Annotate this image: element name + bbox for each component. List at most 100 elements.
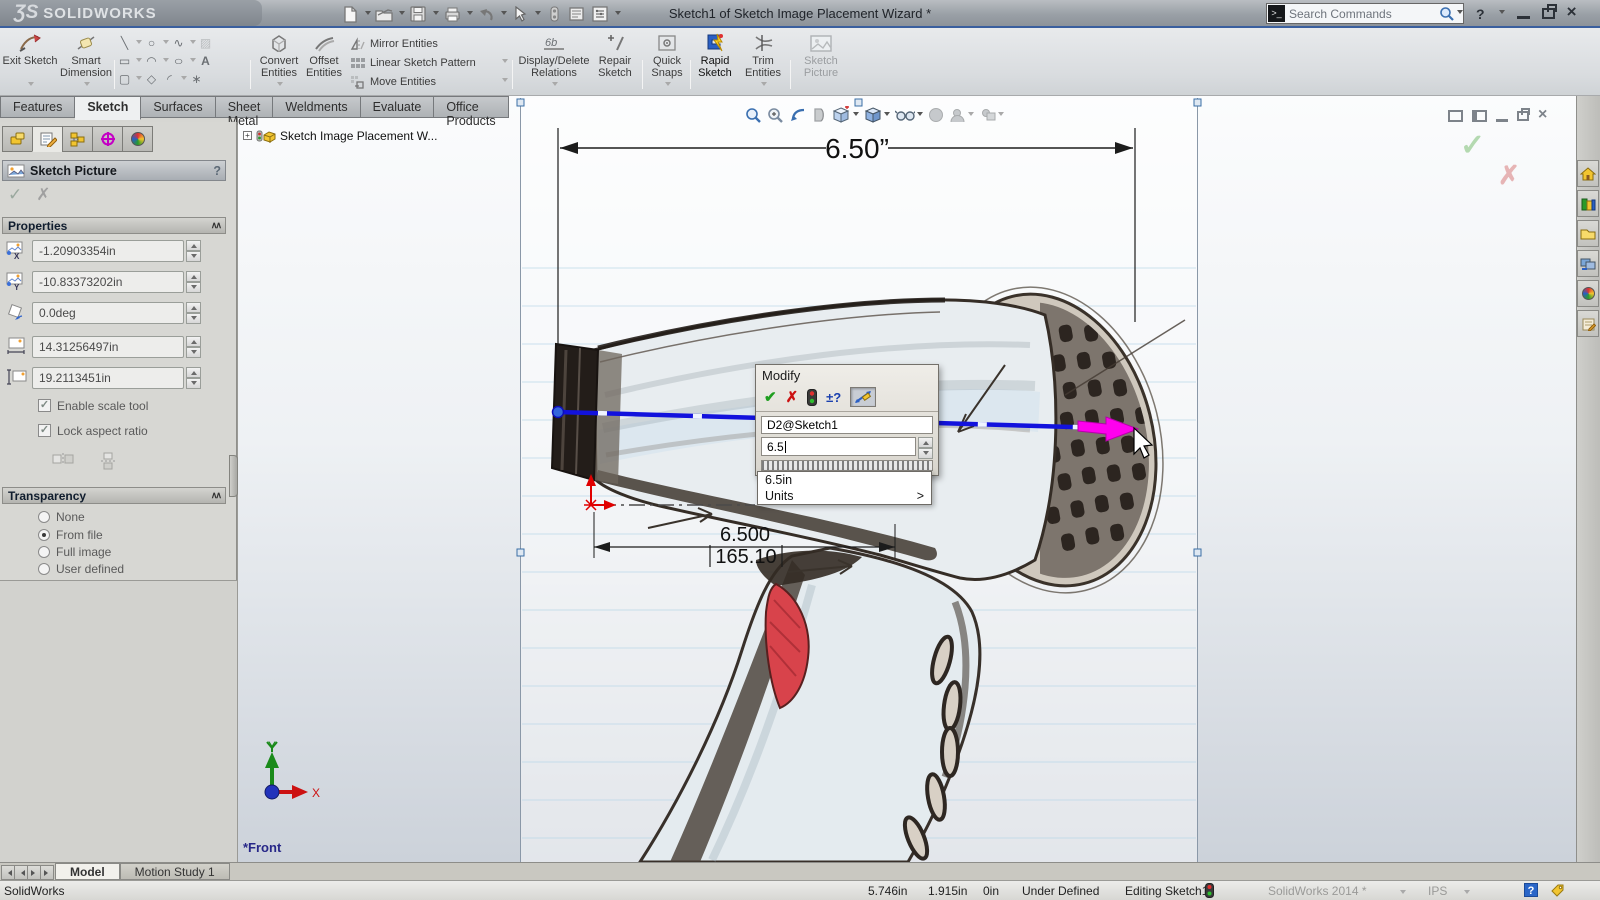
search-icon[interactable] (1439, 6, 1455, 22)
status-version[interactable]: SolidWorks 2014 * (1268, 884, 1367, 898)
tab-nav-next[interactable] (27, 865, 41, 880)
enable-scale-tool-checkbox[interactable]: ✓ (38, 399, 51, 412)
tree-expand-icon[interactable]: + (243, 131, 252, 140)
tab-office-products[interactable]: Office Products (434, 96, 508, 118)
quick-snaps-button[interactable]: Quick Snaps (646, 31, 688, 93)
move-entities-button[interactable]: Move Entities (350, 72, 508, 91)
design-library-icon[interactable] (1577, 220, 1599, 247)
status-help-icon[interactable]: ? (1524, 883, 1538, 897)
search-dropdown-caret[interactable] (1457, 10, 1463, 17)
flip-horizontal-icon[interactable] (52, 452, 74, 475)
scale-with-dimension-button[interactable] (850, 387, 876, 407)
rectangle-tool[interactable]: ▭ (116, 54, 133, 68)
modify-dialog[interactable]: Modify ✔ ✗ ±? D2@Sketch1 6.5 (755, 364, 939, 476)
convert-entities-button[interactable]: Convert Entities (254, 31, 304, 93)
height-input[interactable]: 19.2113451in (32, 367, 184, 389)
tab-surfaces[interactable]: Surfaces (141, 96, 215, 118)
viewport-single-icon[interactable] (1448, 110, 1463, 122)
zoom-fit-icon[interactable] (745, 107, 762, 124)
tree-root-label[interactable]: Sketch Image Placement W... (280, 129, 437, 143)
sketch-picture-button[interactable]: Sketch Picture (796, 31, 846, 93)
panel-splitter-handle[interactable] (229, 455, 238, 497)
search-commands-box[interactable]: >_ Search Commands (1266, 3, 1464, 24)
dimxpert-manager-tab[interactable] (92, 126, 123, 152)
dropdown-option-65in[interactable]: 6.5in (758, 472, 931, 488)
doc-close-icon[interactable]: × (1538, 106, 1547, 124)
tab-sheet-metal[interactable]: Sheet Metal (216, 96, 274, 118)
selection-tool[interactable]: ▨ (197, 36, 214, 50)
model-tab[interactable]: Model (55, 863, 120, 880)
exit-sketch-button[interactable]: Exit Sketch (2, 31, 58, 93)
section-view-icon[interactable] (812, 107, 827, 123)
doc-minimize-icon[interactable] (1496, 119, 1508, 122)
position-y-spinner[interactable] (186, 271, 201, 293)
dimension-name-field[interactable]: D2@Sketch1 (761, 416, 933, 434)
transparency-section-header[interactable]: Transparency∧∧ (2, 487, 226, 504)
configuration-manager-tab[interactable] (62, 126, 93, 152)
display-delete-relations-button[interactable]: 6b Display/Delete Relations (518, 31, 590, 93)
position-y-input[interactable]: -10.83373202in (32, 271, 184, 293)
height-spinner[interactable] (186, 367, 201, 389)
mirror-entities-button[interactable]: Mirror Entities (350, 34, 508, 53)
panel-ok-button[interactable]: ✓ (8, 185, 36, 204)
tab-evaluate[interactable]: Evaluate (361, 96, 435, 118)
property-manager-tab[interactable] (32, 126, 63, 152)
tab-features[interactable]: Features (0, 96, 75, 118)
collapse-chevron-icon[interactable]: ∧∧ (211, 490, 220, 501)
tab-nav-last[interactable] (40, 865, 54, 880)
polygon-tool[interactable]: ◇ (143, 72, 160, 86)
previous-view-icon[interactable] (789, 107, 807, 123)
close-button[interactable]: × (1567, 2, 1577, 22)
collapse-chevron-icon[interactable]: ∧∧ (211, 220, 220, 231)
trim-entities-button[interactable]: Trim Entities (740, 31, 786, 93)
tab-nav-first[interactable] (1, 865, 15, 880)
confirmation-corner-cancel[interactable]: ✗ (1498, 160, 1520, 191)
smart-dimension-button[interactable]: Smart Dimension (58, 31, 114, 93)
restore-button[interactable] (1542, 8, 1555, 19)
tolerance-button[interactable]: ±? (826, 390, 841, 405)
confirmation-corner-ok[interactable]: ✓ (1460, 128, 1485, 163)
edit-appearance-icon[interactable] (928, 107, 944, 123)
search-input[interactable]: Search Commands (1289, 7, 1439, 21)
hide-show-items-icon[interactable] (895, 108, 923, 122)
tab-nav-prev[interactable] (14, 865, 28, 880)
feature-manager-tab[interactable] (2, 126, 33, 152)
view-orientation-icon[interactable] (832, 106, 859, 124)
position-x-spinner[interactable] (186, 240, 201, 262)
tab-sketch[interactable]: Sketch (75, 96, 141, 120)
angle-input[interactable]: 0.0deg (32, 302, 184, 324)
modify-cancel-button[interactable]: ✗ (786, 388, 799, 406)
viewport-split-icon[interactable] (1472, 110, 1487, 122)
rebuild-icon[interactable] (807, 389, 817, 406)
zoom-area-icon[interactable] (767, 107, 784, 124)
ellipse-tool[interactable]: ○ (167, 54, 190, 68)
custom-properties-icon[interactable] (1577, 310, 1599, 337)
status-tag-icon[interactable] (1550, 883, 1565, 900)
offset-entities-button[interactable]: Offset Entities (300, 31, 348, 93)
width-input[interactable]: 14.31256497in (32, 336, 184, 358)
modify-ok-button[interactable]: ✔ (764, 388, 777, 406)
line-tool[interactable]: ╲ (116, 36, 133, 50)
tab-weldments[interactable]: Weldments (273, 96, 360, 118)
panel-help-icon[interactable]: ? (213, 164, 221, 178)
radio-user-defined[interactable] (38, 563, 50, 575)
appearances-scenes-icon[interactable] (1577, 280, 1599, 307)
display-style-icon[interactable] (864, 106, 890, 124)
file-explorer-icon[interactable] (1577, 250, 1599, 277)
resources-icon[interactable] (1577, 190, 1599, 217)
point-tool[interactable]: ∗ (188, 72, 205, 86)
status-units[interactable]: IPS (1428, 884, 1447, 898)
modify-dialog-title[interactable]: Modify (756, 365, 938, 385)
apply-scene-icon[interactable] (949, 107, 974, 123)
view-settings-icon[interactable] (979, 107, 1004, 123)
spline-tool[interactable]: ∿ (170, 36, 187, 50)
minimize-button[interactable] (1517, 16, 1530, 19)
motion-study-tab[interactable]: Motion Study 1 (120, 863, 230, 880)
radio-full-image[interactable] (38, 546, 50, 558)
panel-cancel-button[interactable]: ✗ (36, 185, 64, 204)
rapid-sketch-button[interactable]: Rapid Sketch (692, 31, 738, 93)
circle-tool[interactable]: ○ (143, 36, 160, 50)
width-spinner[interactable] (186, 336, 201, 358)
flip-vertical-icon[interactable] (100, 452, 116, 475)
properties-section-header[interactable]: Properties∧∧ (2, 217, 226, 234)
